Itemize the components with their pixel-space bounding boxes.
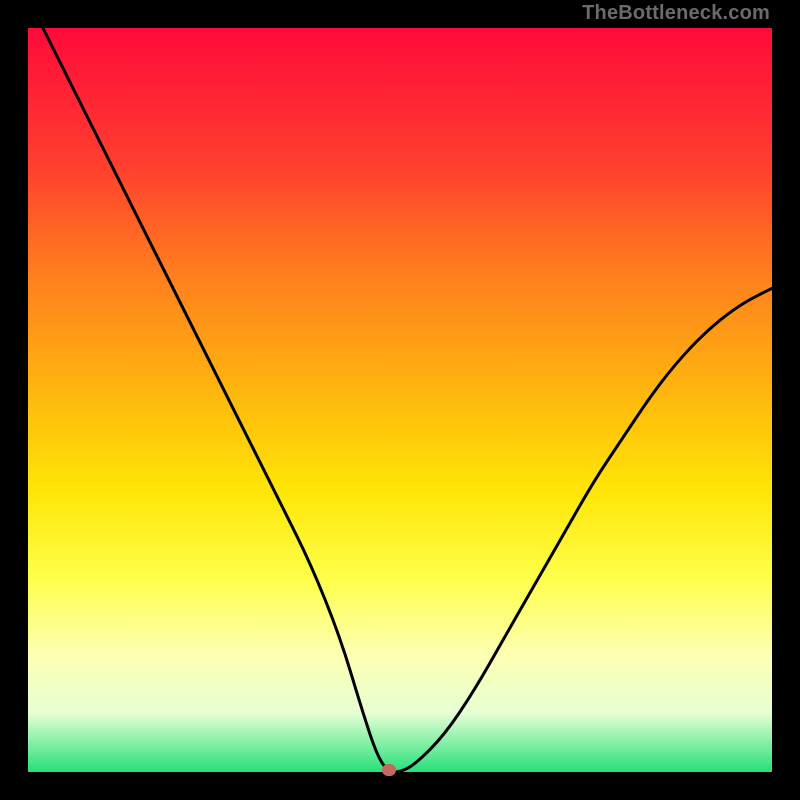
watermark-label: TheBottleneck.com [582, 2, 770, 25]
plot-area [28, 28, 772, 772]
curve-svg [28, 28, 772, 772]
bottleneck-curve [43, 28, 772, 772]
minimum-marker [382, 764, 396, 776]
chart-frame: TheBottleneck.com [0, 0, 800, 800]
